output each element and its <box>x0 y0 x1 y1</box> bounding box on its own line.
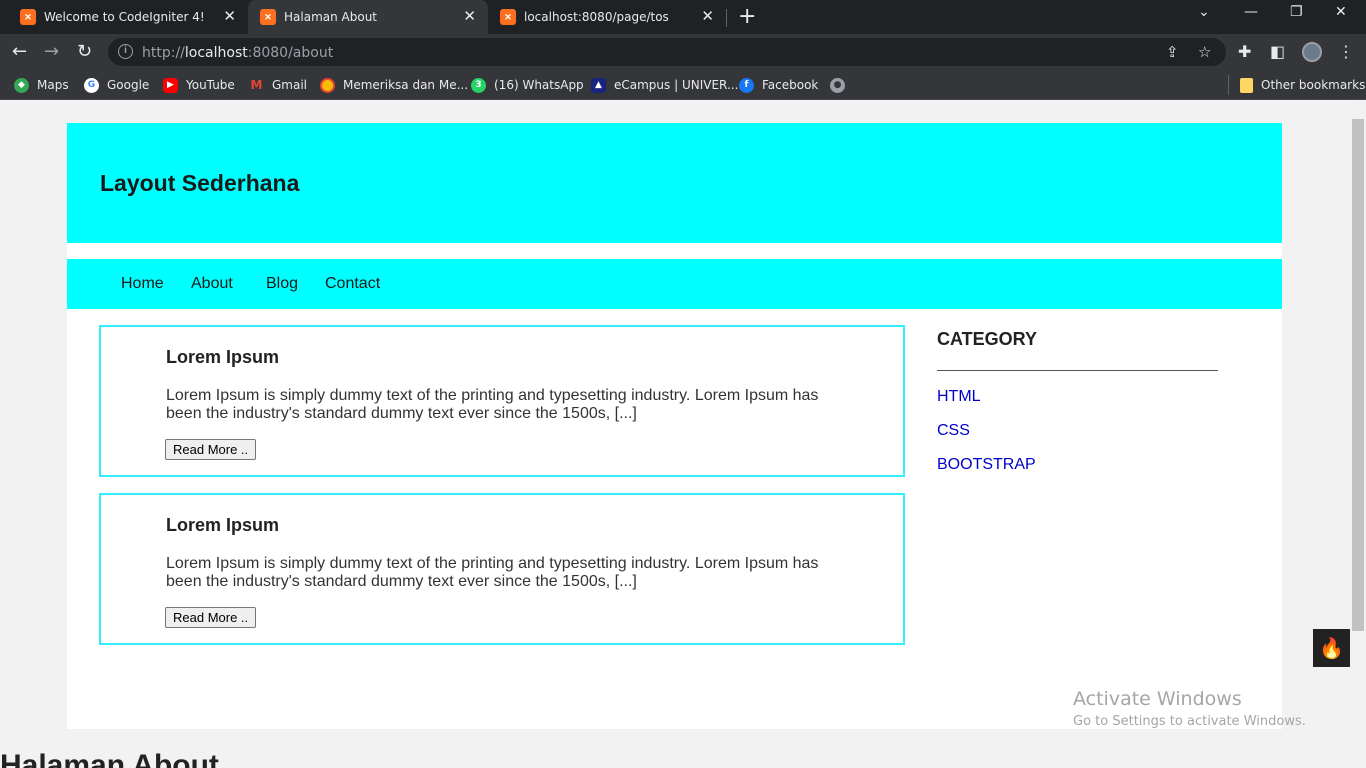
maps-icon: ◆ <box>14 77 29 93</box>
close-tab-icon[interactable]: ✕ <box>701 7 714 25</box>
bookmark-ecampus[interactable]: ▲ eCampus | UNIVER... <box>591 76 738 94</box>
category-link-css[interactable]: CSS <box>937 422 1218 439</box>
tab-strip: ✕ Welcome to CodeIgniter 4! ✕ ✕ Halaman … <box>0 0 1366 34</box>
tab-page-tos[interactable]: ✕ localhost:8080/page/tos ✕ <box>488 0 726 34</box>
article-excerpt: Lorem Ipsum is simply dummy text of the … <box>166 387 819 422</box>
tab-title: localhost:8080/page/tos <box>524 10 669 24</box>
menu-icon[interactable]: ⋮ <box>1338 42 1354 61</box>
category-link-bootstrap[interactable]: BOOTSTRAP <box>937 456 1218 473</box>
xampp-icon: ✕ <box>260 9 276 25</box>
other-bookmarks-label: Other bookmarks <box>1261 78 1366 92</box>
article-card: Lorem Ipsum Lorem Ipsum is simply dummy … <box>99 325 905 477</box>
other-bookmarks[interactable]: Other bookmarks <box>1240 76 1365 94</box>
bookmark-facebook[interactable]: f Facebook <box>739 76 818 94</box>
site-info-icon[interactable]: i <box>118 44 133 59</box>
bookmarks-divider <box>1228 75 1229 95</box>
tab-title: Halaman About <box>284 10 378 24</box>
google-icon: G <box>84 77 99 93</box>
bookmark-label: Facebook <box>762 78 819 92</box>
scrollbar-thumb[interactable] <box>1352 119 1364 631</box>
tab-welcome[interactable]: ✕ Welcome to CodeIgniter 4! ✕ <box>8 0 248 34</box>
bookmark-whatsapp[interactable]: 3 (16) WhatsApp <box>471 76 584 94</box>
avatar[interactable] <box>1302 42 1322 62</box>
article-excerpt: Lorem Ipsum is simply dummy text of the … <box>166 555 819 590</box>
bookmark-label: (16) WhatsApp <box>494 78 584 92</box>
read-more-button[interactable]: Read More .. <box>165 439 257 460</box>
page-container: Layout Sederhana Home About Blog Contact… <box>67 123 1282 729</box>
close-tab-icon[interactable]: ✕ <box>223 7 236 25</box>
extensions-icon[interactable]: ✚ <box>1238 42 1251 61</box>
reload-icon[interactable]: ↻ <box>77 41 92 62</box>
xampp-icon: ✕ <box>20 9 36 25</box>
restore-button[interactable]: ❐ <box>1290 4 1303 20</box>
bookmark-youtube[interactable]: ▶ YouTube <box>163 76 235 94</box>
bookmark-maps[interactable]: ◆ Maps <box>14 76 69 94</box>
tab-halaman-about[interactable]: ✕ Halaman About ✕ <box>248 0 488 34</box>
article-title: Lorem Ipsum <box>166 515 280 535</box>
chrome-icon <box>320 77 335 93</box>
url-text: http://localhost:8080/about <box>142 45 334 61</box>
address-bar[interactable]: i http://localhost:8080/about ⇪ ☆ <box>108 38 1226 66</box>
xampp-icon: ✕ <box>500 9 516 25</box>
nav-home[interactable]: Home <box>121 275 164 293</box>
gmail-icon: M <box>249 77 264 93</box>
page-heading: Halaman About <box>0 749 219 768</box>
site-header: Layout Sederhana <box>67 123 1282 243</box>
sidebar-divider <box>937 370 1218 371</box>
bookmark-label: Memeriksa dan Me... <box>343 78 469 92</box>
bookmark-label: eCampus | UNIVER... <box>614 78 739 92</box>
sidebar: CATEGORY HTML CSS BOOTSTRAP <box>937 327 1218 473</box>
sidebar-heading: CATEGORY <box>937 329 1038 349</box>
bookmark-star-icon[interactable]: ☆ <box>1198 43 1211 61</box>
tab-divider <box>726 9 727 27</box>
bookmark-label: Maps <box>37 78 69 92</box>
bookmark-label: YouTube <box>186 78 235 92</box>
bookmark-label: Gmail <box>272 78 308 92</box>
close-tab-icon[interactable]: ✕ <box>463 7 476 25</box>
globe-icon: ● <box>830 77 845 93</box>
back-icon[interactable]: ← <box>12 41 27 62</box>
nav-contact[interactable]: Contact <box>325 275 380 293</box>
youtube-icon: ▶ <box>163 77 178 93</box>
campus-icon: ▲ <box>591 77 606 93</box>
page-viewport: Layout Sederhana Home About Blog Contact… <box>0 101 1350 768</box>
facebook-icon: f <box>739 77 754 93</box>
bookmark-memeriksa[interactable]: Memeriksa dan Me... <box>320 76 468 94</box>
bookmark-gmail[interactable]: M Gmail <box>249 76 307 94</box>
minimize-button[interactable]: — <box>1244 4 1258 20</box>
activate-subtitle: Go to Settings to activate Windows. <box>1073 714 1306 729</box>
page-title: Layout Sederhana <box>100 170 300 196</box>
article-title: Lorem Ipsum <box>166 347 280 367</box>
close-window-button[interactable]: ✕ <box>1335 4 1347 20</box>
read-more-button[interactable]: Read More .. <box>165 607 257 628</box>
nav-blog[interactable]: Blog <box>266 275 298 293</box>
activate-windows-watermark: Activate Windows Go to Settings to activ… <box>1073 688 1306 729</box>
tab-title: Welcome to CodeIgniter 4! <box>44 10 205 24</box>
bookmarks-bar: ◆ Maps G Google ▶ YouTube M Gmail Memeriksa … <box>0 70 1366 100</box>
folder-icon <box>1240 77 1253 93</box>
nav-about[interactable]: About <box>191 275 233 293</box>
site-nav: Home About Blog Contact <box>67 259 1282 309</box>
page-scrollbar[interactable] <box>1350 101 1366 768</box>
codeigniter-debug-toolbar-icon[interactable]: 🔥 <box>1313 629 1350 667</box>
whatsapp-icon: 3 <box>471 77 486 93</box>
share-icon[interactable]: ⇪ <box>1166 43 1179 61</box>
article-card: Lorem Ipsum Lorem Ipsum is simply dummy … <box>99 493 905 645</box>
bookmark-globe[interactable]: ● <box>830 76 853 94</box>
bookmark-google[interactable]: G Google <box>84 76 149 94</box>
category-link-html[interactable]: HTML <box>937 388 1218 405</box>
bookmark-label: Google <box>107 78 150 92</box>
forward-icon[interactable]: → <box>44 41 59 62</box>
side-panel-icon[interactable]: ◧ <box>1270 42 1285 61</box>
new-tab-button[interactable]: + <box>738 4 756 29</box>
browser-toolbar: ← → ↻ i http://localhost:8080/about ⇪ ☆ … <box>0 34 1366 70</box>
tab-search-icon[interactable]: ⌄ <box>1198 4 1210 20</box>
activate-title: Activate Windows <box>1073 688 1242 710</box>
